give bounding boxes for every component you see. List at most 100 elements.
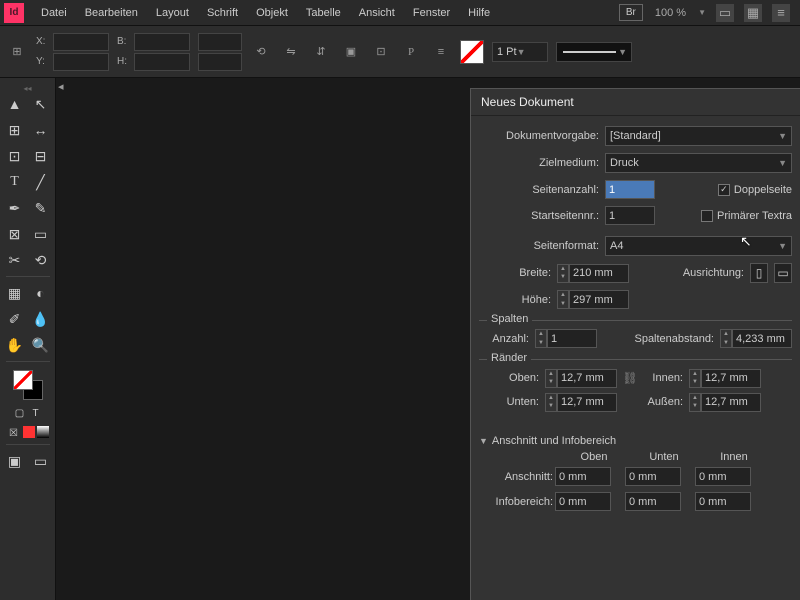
gradient-feather-tool[interactable]: ◐ (29, 281, 53, 305)
stroke-style-select[interactable]: ▼ (556, 42, 632, 62)
menu-window[interactable]: Fenster (404, 3, 459, 23)
apply-none-icon[interactable]: ☒ (7, 426, 21, 440)
reference-point-icon[interactable]: ⊞ (6, 41, 28, 63)
w-field[interactable] (134, 33, 190, 51)
preset-select[interactable]: [Standard]▼ (605, 126, 792, 146)
pen-tool[interactable]: ✒ (3, 196, 27, 220)
gradient-swatch-tool[interactable]: ▦ (3, 281, 27, 305)
flip-h-icon[interactable]: ⇋ (280, 41, 302, 63)
view-mode-normal-icon[interactable]: ▣ (3, 449, 27, 473)
fill-swatch[interactable] (13, 370, 33, 390)
margin-bottom-input[interactable]: 12,7 mm (557, 393, 617, 412)
preset-label: Dokumentvorgabe: (479, 130, 599, 142)
content-collector-tool[interactable]: ⊡ (3, 144, 27, 168)
pencil-tool[interactable]: ✎ (29, 196, 53, 220)
bleed-inner-input[interactable]: 0 mm (695, 467, 751, 486)
columns-section-title: Spalten (487, 313, 532, 325)
formatting-container-icon[interactable]: ▢ (13, 406, 27, 420)
fill-swatch-icon[interactable] (460, 40, 484, 64)
margin-outside-spinner[interactable]: ▲▼ (689, 393, 701, 412)
content-placer-tool[interactable]: ⊟ (29, 144, 53, 168)
fill-stroke-swatch[interactable] (13, 370, 43, 400)
facing-pages-label: Doppelseite (734, 184, 792, 196)
screen-mode-icon[interactable]: ▭ (716, 4, 734, 22)
scissors-tool[interactable]: ✂ (3, 248, 27, 272)
orientation-landscape-button[interactable]: ▭ (774, 263, 792, 283)
panel-tab-icon[interactable]: ◂ (58, 80, 64, 93)
width-input[interactable]: 210 mm (569, 264, 629, 283)
eyedropper-tool[interactable]: 💧 (29, 307, 53, 331)
rotate-icon[interactable]: ⟲ (250, 41, 272, 63)
page-tool[interactable]: ⊞ (3, 118, 27, 142)
orientation-portrait-button[interactable]: ▯ (750, 263, 768, 283)
orientation-label: Ausrichtung: (683, 267, 744, 279)
apply-gradient-icon[interactable] (37, 426, 49, 438)
menu-type[interactable]: Schrift (198, 3, 247, 23)
menu-view[interactable]: Ansicht (350, 3, 404, 23)
rectangle-frame-tool[interactable]: ⊠ (3, 222, 27, 246)
pages-input[interactable]: 1 (605, 180, 655, 199)
arrange-icon[interactable]: ▦ (744, 4, 762, 22)
margin-bottom-spinner[interactable]: ▲▼ (545, 393, 557, 412)
formatting-text-icon[interactable]: T (29, 406, 43, 420)
col-count-input[interactable]: 1 (547, 329, 597, 348)
view-options-icon[interactable]: ≡ (772, 4, 790, 22)
slug-bottom-input[interactable]: 0 mm (625, 492, 681, 511)
view-mode-preview-icon[interactable]: ▭ (29, 449, 53, 473)
pagesize-select[interactable]: A4▼ (605, 236, 792, 256)
menu-object[interactable]: Objekt (247, 3, 297, 23)
menu-file[interactable]: Datei (32, 3, 76, 23)
y-field[interactable] (53, 53, 109, 71)
line-tool[interactable]: ╱ (29, 170, 53, 194)
col-count-spinner[interactable]: ▲▼ (535, 329, 547, 348)
startpage-input[interactable]: 1 (605, 206, 655, 225)
note-tool[interactable]: ✐ (3, 307, 27, 331)
slug-top-input[interactable]: 0 mm (555, 492, 611, 511)
hand-tool[interactable]: ✋ (3, 333, 27, 357)
align-icon[interactable]: ≡ (430, 41, 452, 63)
x-field[interactable] (53, 33, 109, 51)
paragraph-icon[interactable]: P (400, 41, 422, 63)
gutter-spinner[interactable]: ▲▼ (720, 329, 732, 348)
primary-textframe-checkbox[interactable] (701, 210, 713, 222)
gutter-input[interactable]: 4,233 mm (732, 329, 792, 348)
bridge-badge[interactable]: Br (619, 4, 643, 21)
slug-inner-input[interactable]: 0 mm (695, 492, 751, 511)
scale-y-field[interactable] (198, 53, 242, 71)
height-input[interactable]: 297 mm (569, 290, 629, 309)
content-icon[interactable]: ⊡ (370, 41, 392, 63)
direct-selection-tool[interactable]: ↖ (29, 92, 53, 116)
height-spinner[interactable]: ▲▼ (557, 290, 569, 309)
bleed-bottom-input[interactable]: 0 mm (625, 467, 681, 486)
zoom-level[interactable]: 100 % (647, 5, 694, 21)
margin-top-spinner[interactable]: ▲▼ (545, 369, 557, 388)
free-transform-tool[interactable]: ⟲ (29, 248, 53, 272)
menu-help[interactable]: Hilfe (459, 3, 499, 23)
scale-x-field[interactable] (198, 33, 242, 51)
type-tool[interactable]: T (3, 170, 27, 194)
margin-inside-spinner[interactable]: ▲▼ (689, 369, 701, 388)
container-icon[interactable]: ▣ (340, 41, 362, 63)
menu-edit[interactable]: Bearbeiten (76, 3, 147, 23)
menu-layout[interactable]: Layout (147, 3, 198, 23)
panel-handle-icon[interactable]: ◂◂ (6, 84, 50, 92)
stroke-weight-select[interactable]: 1 Pt▼ (492, 42, 548, 62)
apply-color-icon[interactable] (23, 426, 35, 438)
width-spinner[interactable]: ▲▼ (557, 264, 569, 283)
h-field[interactable] (134, 53, 190, 71)
margin-inside-input[interactable]: 12,7 mm (701, 369, 761, 388)
margin-top-input[interactable]: 12,7 mm (557, 369, 617, 388)
link-margins-icon[interactable]: ⛓ (623, 368, 637, 388)
intent-select[interactable]: Druck▼ (605, 153, 792, 173)
margin-outside-input[interactable]: 12,7 mm (701, 393, 761, 412)
zoom-tool[interactable]: 🔍 (29, 333, 53, 357)
collapse-arrow-icon[interactable]: ▼ (479, 436, 488, 446)
gap-tool[interactable]: ↔ (29, 118, 53, 142)
selection-tool[interactable]: ▲ (3, 92, 27, 116)
flip-v-icon[interactable]: ⇵ (310, 41, 332, 63)
rectangle-tool[interactable]: ▭ (29, 222, 53, 246)
facing-pages-checkbox[interactable]: ✓ (718, 184, 730, 196)
menu-table[interactable]: Tabelle (297, 3, 350, 23)
h-label: H: (117, 56, 131, 67)
bleed-top-input[interactable]: 0 mm (555, 467, 611, 486)
